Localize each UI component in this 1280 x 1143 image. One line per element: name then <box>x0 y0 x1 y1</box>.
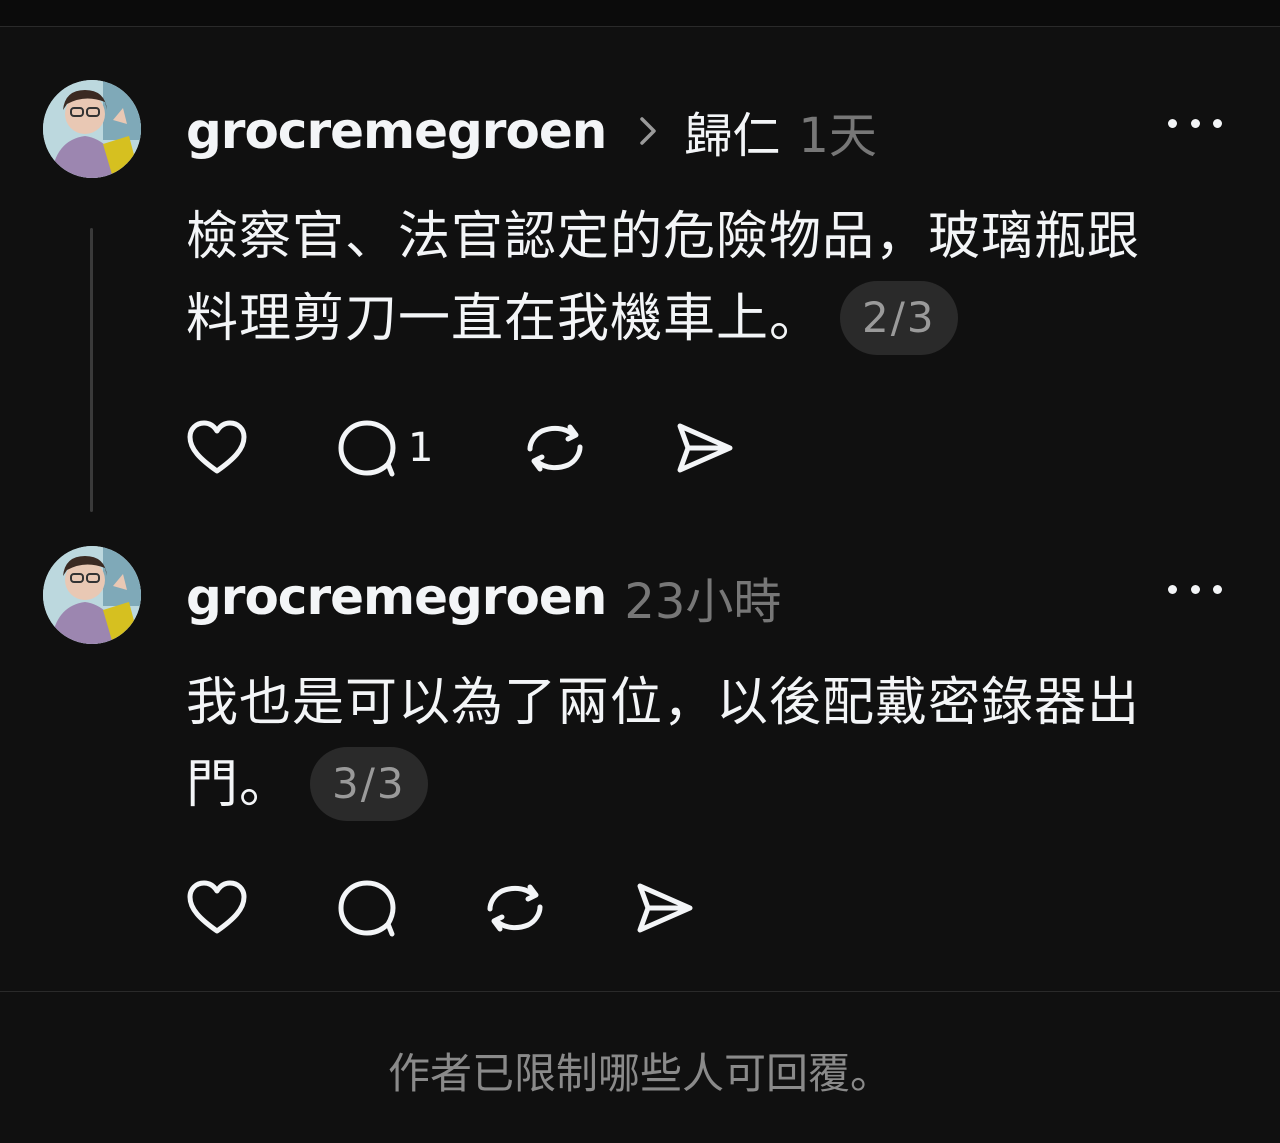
heart-icon <box>187 420 247 474</box>
user-photo-avatar-icon <box>43 80 141 178</box>
send-icon <box>677 423 733 473</box>
share-button[interactable] <box>634 876 696 940</box>
more-options-button[interactable] <box>1168 579 1222 599</box>
comment-icon <box>338 420 396 477</box>
post-body: 我也是可以為了兩位，以後配戴密錄器出 門。 3/3 <box>186 662 1226 826</box>
share-button[interactable] <box>674 416 736 480</box>
dot-icon <box>1190 118 1200 128</box>
reply-restriction-note: 作者已限制哪些人可回覆。 <box>387 1049 892 1098</box>
post-text-line-2-wrapper: 門。 3/3 <box>186 744 1226 826</box>
post-body: 檢察官、法官認定的危險物品，玻璃瓶跟 料理剪刀一直在我機車上。 2/3 <box>186 196 1226 360</box>
dot-icon <box>1213 118 1222 128</box>
post-actions <box>186 876 746 940</box>
footer-divider <box>0 991 1280 992</box>
comment-icon <box>338 880 396 937</box>
post-header: grocremegroen 歸仁 1天 <box>186 96 877 166</box>
reply-to-username[interactable]: 歸仁 <box>684 96 780 166</box>
thread-connector-line <box>90 228 93 512</box>
repost-button[interactable] <box>484 876 546 940</box>
comment-count: 1 <box>408 425 434 471</box>
dot-icon <box>1190 584 1200 594</box>
username[interactable]: grocremegroen <box>186 568 607 626</box>
dot-icon <box>1168 584 1177 594</box>
post-header: grocremegroen 23小時 <box>186 562 781 632</box>
post-timestamp: 1天 <box>798 108 877 164</box>
comment-button[interactable] <box>336 876 398 940</box>
user-photo-avatar-icon <box>43 546 141 644</box>
top-bar <box>0 0 1280 27</box>
repost-icon <box>487 884 543 932</box>
post-text-line: 檢察官、法官認定的危險物品，玻璃瓶跟 <box>186 207 1141 267</box>
dot-icon <box>1168 118 1177 128</box>
send-icon <box>637 883 693 933</box>
like-button[interactable] <box>186 416 248 480</box>
post-text-line: 門。 <box>186 755 293 815</box>
repost-icon <box>527 424 583 472</box>
post-actions: 1 <box>186 416 786 480</box>
heart-icon <box>187 880 247 934</box>
more-options-button[interactable] <box>1168 113 1222 133</box>
dot-icon <box>1213 584 1222 594</box>
comment-button[interactable]: 1 <box>336 416 433 480</box>
post-text-line: 料理剪刀一直在我機車上。 <box>186 289 823 349</box>
username[interactable]: grocremegroen <box>186 102 607 160</box>
avatar[interactable] <box>43 80 141 178</box>
avatar[interactable] <box>43 546 141 644</box>
post-timestamp: 23小時 <box>624 574 782 630</box>
like-button[interactable] <box>186 876 248 940</box>
post-text-line-2-wrapper: 料理剪刀一直在我機車上。 2/3 <box>186 278 1226 360</box>
chevron-right-icon <box>640 117 657 145</box>
thread-pager-badge: 3/3 <box>310 747 428 821</box>
thread-pager-badge: 2/3 <box>840 281 958 355</box>
post-text-line: 我也是可以為了兩位，以後配戴密錄器出 <box>186 673 1141 733</box>
repost-button[interactable] <box>524 416 586 480</box>
